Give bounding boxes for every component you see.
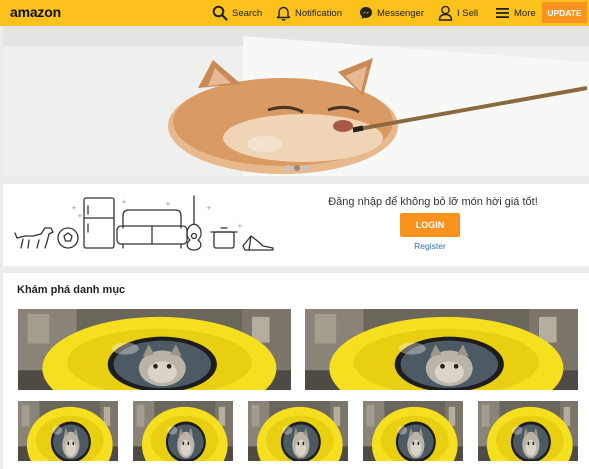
category-image	[18, 401, 118, 461]
nav-i-sell[interactable]: I Sell	[438, 0, 478, 26]
category-tile-large[interactable]	[305, 309, 578, 390]
categories-title: Khám phá danh mục	[17, 284, 126, 296]
nav-notification[interactable]: Notification	[276, 0, 342, 26]
category-tile-large[interactable]	[18, 309, 291, 390]
categories-section: Khám phá danh mục	[3, 273, 589, 469]
category-image	[18, 309, 291, 390]
category-image	[133, 401, 233, 461]
login-button[interactable]: LOGIN	[400, 213, 460, 237]
category-image	[248, 401, 348, 461]
nav-more-label: More	[514, 7, 536, 19]
category-tile[interactable]	[248, 401, 348, 461]
category-tile[interactable]	[18, 401, 118, 461]
nav-more[interactable]: More	[495, 0, 536, 26]
svg-text:+: +	[77, 212, 83, 220]
login-promo-card: + + + + + + Đăng nhập để không bỏ lỡ món hờ…	[3, 184, 589, 266]
nav-messenger-label: Messenger	[377, 7, 424, 19]
nav-messenger[interactable]: Messenger	[359, 0, 424, 26]
update-button[interactable]: UPDATE	[542, 2, 587, 23]
svg-text:+: +	[165, 200, 171, 208]
category-image	[478, 401, 578, 461]
user-icon	[438, 5, 453, 21]
svg-text:+: +	[206, 204, 212, 212]
svg-text:+: +	[237, 222, 243, 230]
register-link[interactable]: Register	[398, 241, 462, 251]
bell-icon	[276, 6, 291, 21]
carousel-dot-active[interactable]	[294, 165, 300, 171]
category-tile[interactable]	[133, 401, 233, 461]
category-image	[305, 309, 578, 390]
menu-icon	[496, 8, 509, 18]
promo-message: Đăng nhập để không bỏ lỡ món hời giá tốt…	[328, 196, 538, 208]
category-image	[363, 401, 463, 461]
svg-text:+: +	[121, 198, 127, 206]
nav-search[interactable]: Search	[212, 0, 262, 26]
carousel-dot[interactable]	[303, 165, 309, 171]
amazon-logo[interactable]: amazon	[10, 4, 61, 20]
search-icon	[212, 5, 228, 21]
category-tile[interactable]	[478, 401, 578, 461]
banner-carousel[interactable]	[3, 26, 589, 176]
nav-notification-label: Notification	[295, 7, 342, 19]
nav-i-sell-label: I Sell	[457, 7, 479, 19]
banner-cat-image	[3, 26, 589, 176]
category-tile[interactable]	[363, 401, 463, 461]
top-navigation-bar: amazon Search Notification Messenger I S…	[0, 0, 589, 26]
carousel-dot[interactable]	[285, 165, 291, 171]
nav-search-label: Search	[232, 7, 263, 19]
messenger-icon	[360, 7, 372, 19]
promo-illustration: ++ + + ++	[14, 195, 274, 251]
carousel-dots	[285, 165, 309, 171]
svg-text:+: +	[71, 204, 77, 212]
